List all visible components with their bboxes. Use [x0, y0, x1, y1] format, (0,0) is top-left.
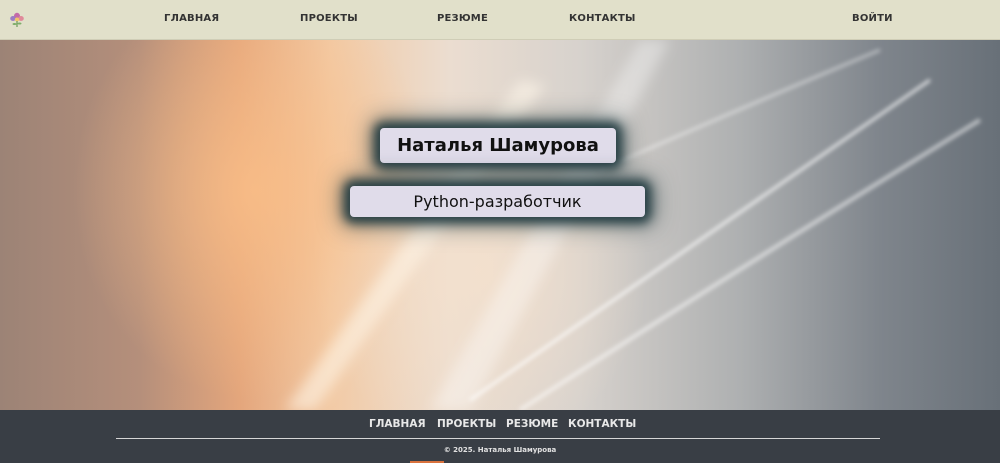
nav-resume-link[interactable]: РЕЗЮМЕ — [437, 13, 488, 24]
footer-home-link[interactable]: ГЛАВНАЯ — [369, 418, 426, 430]
copyright-text: © 2025. Наталья Шамурова — [443, 446, 557, 454]
flower-logo-icon[interactable] — [8, 11, 26, 29]
nav-home-link[interactable]: ГЛАВНАЯ — [164, 13, 219, 24]
login-link[interactable]: ВОЙТИ — [852, 13, 893, 24]
sky-background-image — [285, 40, 982, 410]
person-role: Python-разработчик — [413, 192, 582, 211]
name-card: Наталья Шамурова — [380, 128, 616, 163]
nav-contacts-link[interactable]: КОНТАКТЫ — [569, 13, 636, 24]
footer-divider — [116, 438, 880, 439]
hero-section: Наталья Шамурова Python-разработчик — [0, 40, 1000, 410]
footer-projects-link[interactable]: ПРОЕКТЫ — [437, 418, 496, 430]
top-navigation: ГЛАВНАЯ ПРОЕКТЫ РЕЗЮМЕ КОНТАКТЫ ВОЙТИ — [0, 0, 1000, 40]
footer-resume-link[interactable]: РЕЗЮМЕ — [506, 418, 558, 430]
person-name: Наталья Шамурова — [397, 135, 599, 156]
nav-projects-link[interactable]: ПРОЕКТЫ — [300, 13, 358, 24]
role-card: Python-разработчик — [350, 186, 645, 217]
footer: ГЛАВНАЯ ПРОЕКТЫ РЕЗЮМЕ КОНТАКТЫ © 2025. … — [0, 410, 1000, 463]
footer-contacts-link[interactable]: КОНТАКТЫ — [568, 418, 636, 430]
